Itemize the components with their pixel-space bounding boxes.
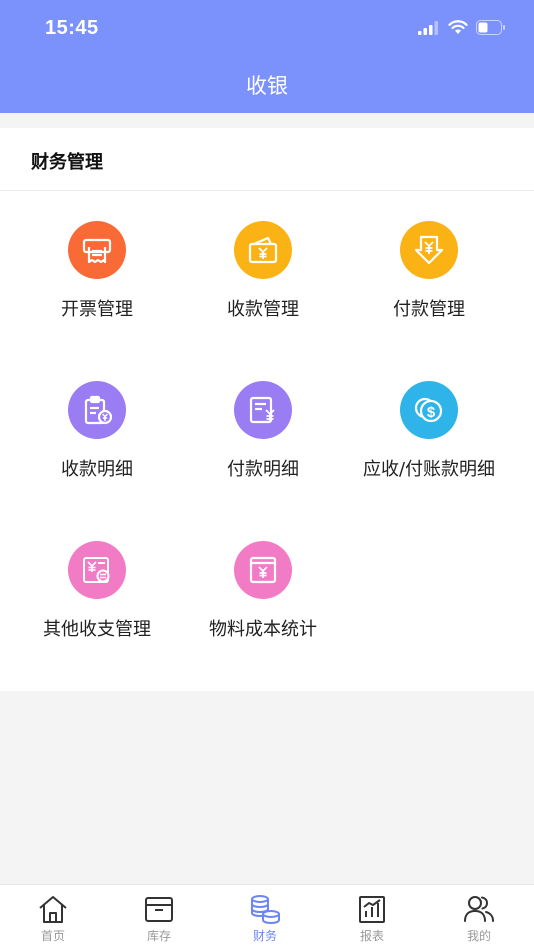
payment-management-tile[interactable]: 付款管理	[344, 221, 514, 321]
invoice-management-tile[interactable]: 开票管理	[12, 221, 182, 321]
tab-label: 报表	[359, 929, 384, 943]
document-yen-icon	[234, 381, 292, 439]
status-time: 15:45	[45, 17, 99, 39]
tile-label: 收款管理	[227, 299, 299, 320]
battery-icon	[476, 20, 505, 35]
box-yen-icon	[234, 541, 292, 599]
tab-inventory[interactable]: 库存	[119, 893, 199, 944]
inventory-box-icon	[119, 893, 199, 925]
tile-label: 开票管理	[61, 299, 133, 320]
tile-label: 付款明细	[227, 459, 299, 480]
tile-label: 其他收支管理	[43, 619, 151, 640]
header: 15:45 收银	[0, 0, 534, 113]
report-chart-icon	[332, 893, 412, 925]
tab-home[interactable]: 首页	[13, 893, 93, 944]
other-income-expense-tile[interactable]: 其他收支管理	[12, 541, 182, 641]
receipt-management-tile[interactable]: 收款管理	[178, 221, 348, 321]
exchange-yen-icon	[68, 541, 126, 599]
users-icon	[439, 893, 519, 925]
status-bar: 15:45	[0, 0, 534, 58]
wallet-yen-icon	[234, 221, 292, 279]
status-icons	[418, 20, 506, 35]
tab-profile[interactable]: 我的	[439, 893, 519, 944]
receivables-payables-details-tile[interactable]: $ 应收/付账款明细	[344, 381, 514, 481]
tile-label: 应收/付账款明细	[362, 459, 496, 480]
divider	[0, 190, 534, 191]
home-icon	[13, 893, 93, 925]
tab-label: 首页	[40, 929, 65, 943]
tab-reports[interactable]: 报表	[332, 893, 412, 944]
signal-icon	[418, 20, 438, 35]
clipboard-yen-icon	[68, 381, 126, 439]
tab-label: 我的	[466, 929, 491, 943]
invoice-printer-icon	[68, 221, 126, 279]
tab-finance[interactable]: 财务	[225, 893, 305, 944]
tile-label: 物料成本统计	[209, 619, 317, 640]
wifi-icon	[448, 20, 468, 34]
tile-label: 收款明细	[61, 459, 133, 480]
svg-text:$: $	[427, 404, 436, 421]
yen-download-icon	[400, 221, 458, 279]
receipt-details-tile[interactable]: 收款明细	[12, 381, 182, 481]
material-cost-statistics-tile[interactable]: 物料成本统计	[178, 541, 348, 641]
coin-dollar-icon: $	[400, 381, 458, 439]
coins-stack-icon	[225, 893, 305, 925]
tab-label: 财务	[252, 929, 277, 943]
tab-label: 库存	[146, 929, 171, 943]
page-title: 收银	[246, 74, 288, 98]
tile-label: 付款管理	[393, 299, 465, 320]
payment-details-tile[interactable]: 付款明细	[178, 381, 348, 481]
finance-management-panel: 财务管理 开票管理 收款管理 付款管理 收款明细 付款明细 $ 应收/付账款明细…	[0, 128, 534, 691]
tab-bar: 首页 库存 财务 报表 我的	[0, 884, 534, 950]
section-title: 财务管理	[31, 152, 103, 173]
